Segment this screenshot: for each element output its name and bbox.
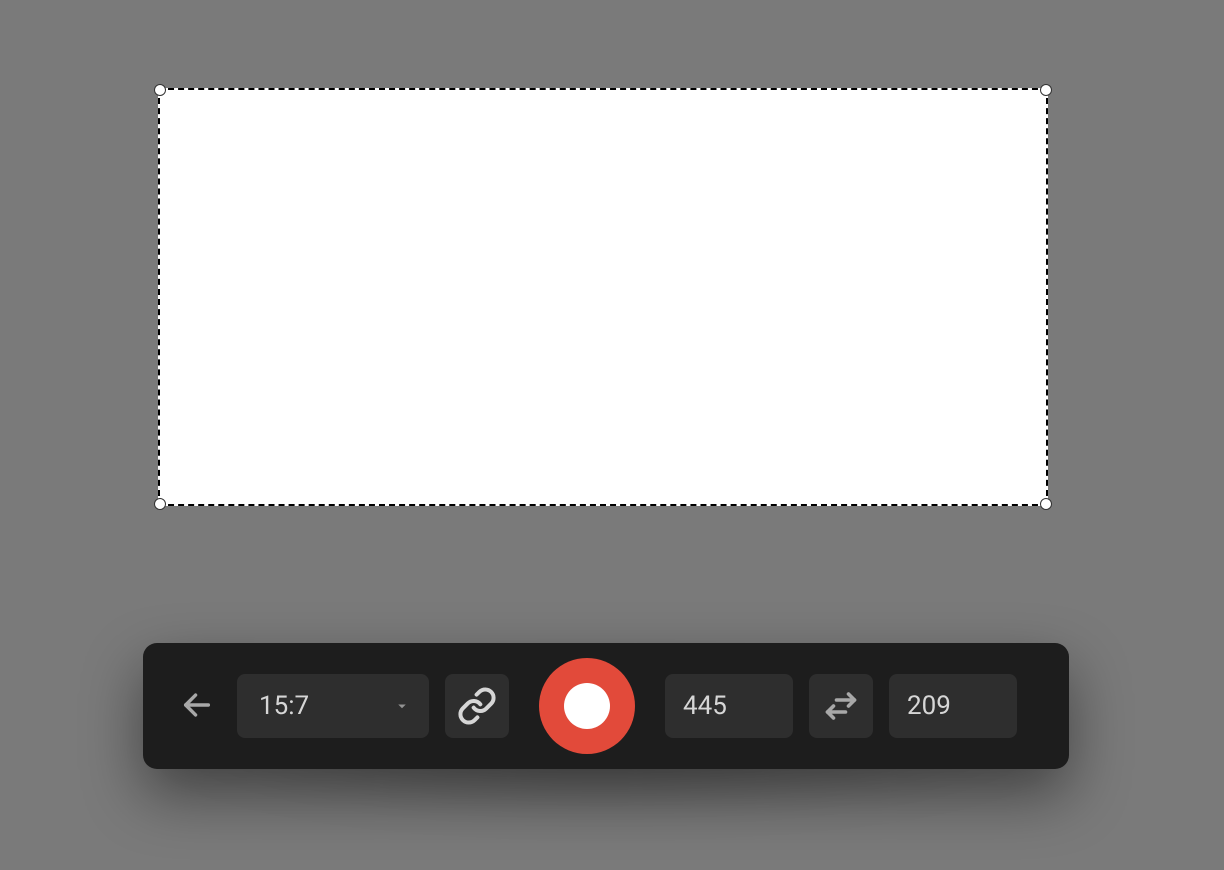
caret-down-icon: [393, 697, 411, 715]
record-icon: [564, 683, 610, 729]
record-button[interactable]: [539, 658, 635, 754]
back-button[interactable]: [173, 682, 221, 730]
capture-selection[interactable]: [158, 88, 1048, 506]
resize-handle-bottom-left[interactable]: [154, 498, 166, 510]
recording-toolbar: 15:7: [143, 643, 1069, 769]
aspect-ratio-select[interactable]: 15:7: [237, 674, 429, 738]
aspect-ratio-value: 15:7: [259, 691, 309, 721]
link-icon: [457, 686, 497, 726]
resize-handle-top-right[interactable]: [1040, 84, 1052, 96]
swap-dimensions-button[interactable]: [809, 674, 873, 738]
swap-horizontal-icon: [823, 688, 859, 724]
height-input[interactable]: [889, 674, 1017, 738]
arrow-left-icon: [180, 688, 214, 725]
resize-handle-top-left[interactable]: [154, 84, 166, 96]
resize-handle-bottom-right[interactable]: [1040, 498, 1052, 510]
width-input[interactable]: [665, 674, 793, 738]
lock-aspect-button[interactable]: [445, 674, 509, 738]
